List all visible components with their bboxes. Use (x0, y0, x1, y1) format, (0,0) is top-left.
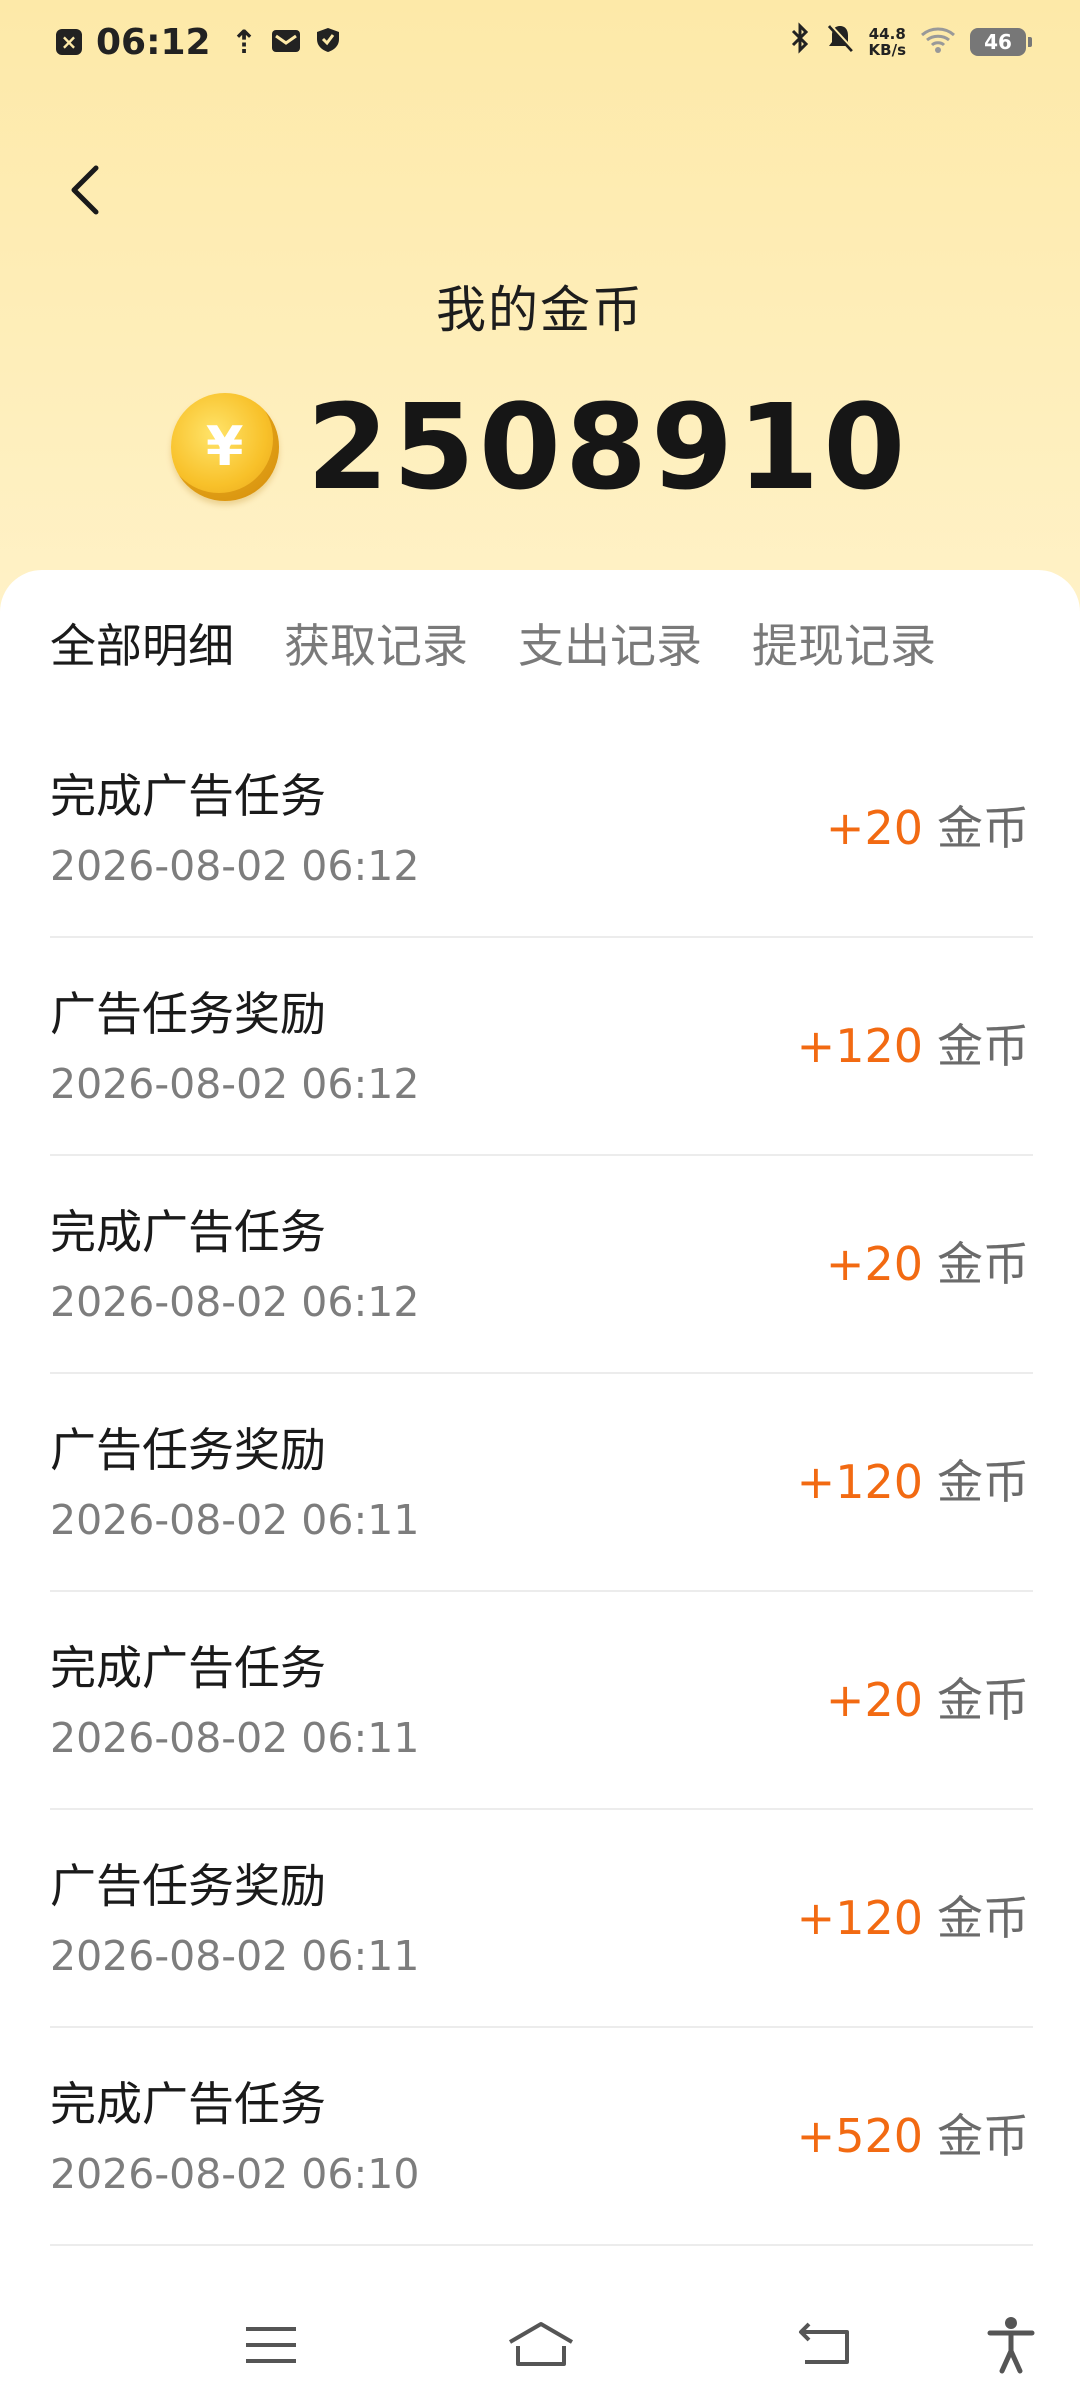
record-amount: +20 金币 (826, 1228, 1029, 1294)
list-item: 广告任务奖励 2026-08-02 06:12 +120 金币 (50, 938, 1033, 1156)
record-title: 广告任务奖励 (50, 1859, 326, 1913)
record-amount: +520 金币 (797, 2100, 1029, 2166)
tab-spend-records[interactable]: 支出记录 (518, 610, 702, 676)
record-title: 完成广告任务 (50, 2077, 326, 2131)
tab-all-details[interactable]: 全部明细 (50, 610, 234, 676)
notification-close-icon: × (56, 29, 82, 55)
amount-value: +20 (825, 1673, 923, 1727)
record-time: 2026-08-02 06:11 (50, 1496, 420, 1544)
return-button[interactable] (790, 2310, 860, 2380)
amount-value: +120 (796, 1455, 923, 1509)
page: × 06:12 ⇡ 44.8 KB/s 46 我的金币 ¥ 2508910 全部… (0, 0, 1080, 2400)
record-time: 2026-08-02 06:12 (50, 1060, 420, 1108)
network-speed: 44.8 KB/s (869, 26, 906, 58)
record-amount: +120 金币 (797, 1010, 1029, 1076)
bluetooth-icon (789, 21, 811, 63)
wifi-icon (920, 22, 956, 63)
record-title: 广告任务奖励 (50, 987, 326, 1041)
system-nav-bar (0, 2290, 1080, 2400)
amount-unit: 金币 (937, 1455, 1029, 1509)
amount-unit: 金币 (937, 2109, 1029, 2163)
amount-unit: 金币 (937, 1019, 1029, 1073)
status-bar: × 06:12 ⇡ 44.8 KB/s 46 (0, 0, 1080, 84)
yuan-coin-icon: ¥ (170, 393, 279, 501)
home-icon (508, 2322, 574, 2366)
record-time: 2026-08-02 06:12 (50, 842, 420, 890)
amount-value: +120 (796, 1891, 923, 1945)
coin-balance: 2508910 (306, 378, 910, 516)
record-title: 广告任务奖励 (50, 1423, 326, 1477)
mute-bell-icon (825, 22, 855, 63)
records-list: 完成广告任务 2026-08-02 06:12 +20 金币 广告任务奖励 20… (50, 720, 1033, 2246)
status-right: 44.8 KB/s 46 (789, 21, 1032, 63)
menu-button[interactable] (236, 2310, 306, 2380)
chevron-left-icon (71, 165, 99, 215)
battery-indicator: 46 (970, 28, 1032, 56)
menu-icon (246, 2327, 296, 2363)
shield-icon (315, 22, 341, 63)
amount-value: +520 (796, 2109, 923, 2163)
network-speed-unit: KB/s (868, 41, 906, 59)
upload-icon: ⇡ (230, 23, 258, 61)
accessibility-button[interactable] (976, 2310, 1046, 2380)
list-item: 完成广告任务 2026-08-02 06:12 +20 金币 (50, 1156, 1033, 1374)
tab-earn-records[interactable]: 获取记录 (284, 610, 468, 676)
list-item: 完成广告任务 2026-08-02 06:11 +20 金币 (50, 1592, 1033, 1810)
amount-value: +20 (825, 1237, 923, 1291)
record-tabs: 全部明细 获取记录 支出记录 提现记录 (50, 610, 936, 676)
amount-value: +20 (825, 801, 923, 855)
home-button[interactable] (506, 2310, 576, 2380)
record-amount: +120 金币 (797, 1446, 1029, 1512)
records-card: 全部明细 获取记录 支出记录 提现记录 完成广告任务 2026-08-02 06… (0, 570, 1080, 2290)
record-title: 完成广告任务 (50, 769, 326, 823)
return-icon (799, 2322, 849, 2364)
record-time: 2026-08-02 06:12 (50, 1278, 420, 1326)
back-button[interactable] (58, 160, 114, 220)
status-left: × 06:12 ⇡ (56, 22, 341, 63)
list-item: 广告任务奖励 2026-08-02 06:11 +120 金币 (50, 1374, 1033, 1592)
record-time: 2026-08-02 06:10 (50, 2150, 420, 2198)
amount-unit: 金币 (937, 801, 1029, 855)
accessibility-icon (987, 2317, 1035, 2374)
record-time: 2026-08-02 06:11 (50, 1714, 420, 1762)
page-title: 我的金币 (436, 281, 644, 339)
list-item: 完成广告任务 2026-08-02 06:12 +20 金币 (50, 720, 1033, 938)
list-item: 广告任务奖励 2026-08-02 06:11 +120 金币 (50, 1810, 1033, 2028)
record-title: 完成广告任务 (50, 1641, 326, 1695)
amount-unit: 金币 (937, 1891, 1029, 1945)
amount-unit: 金币 (937, 1237, 1029, 1291)
record-time: 2026-08-02 06:11 (50, 1932, 420, 1980)
record-amount: +20 金币 (826, 1664, 1029, 1730)
record-title: 完成广告任务 (50, 1205, 326, 1259)
balance-row: ¥ 2508910 (0, 378, 1080, 516)
mail-icon (271, 22, 301, 63)
amount-value: +120 (796, 1019, 923, 1073)
status-time: 06:12 (96, 21, 211, 63)
record-amount: +20 金币 (826, 792, 1029, 858)
amount-unit: 金币 (937, 1673, 1029, 1727)
tab-withdraw-records[interactable]: 提现记录 (752, 610, 936, 676)
list-item: 完成广告任务 2026-08-02 06:10 +520 金币 (50, 2028, 1033, 2246)
record-amount: +120 金币 (797, 1882, 1029, 1948)
